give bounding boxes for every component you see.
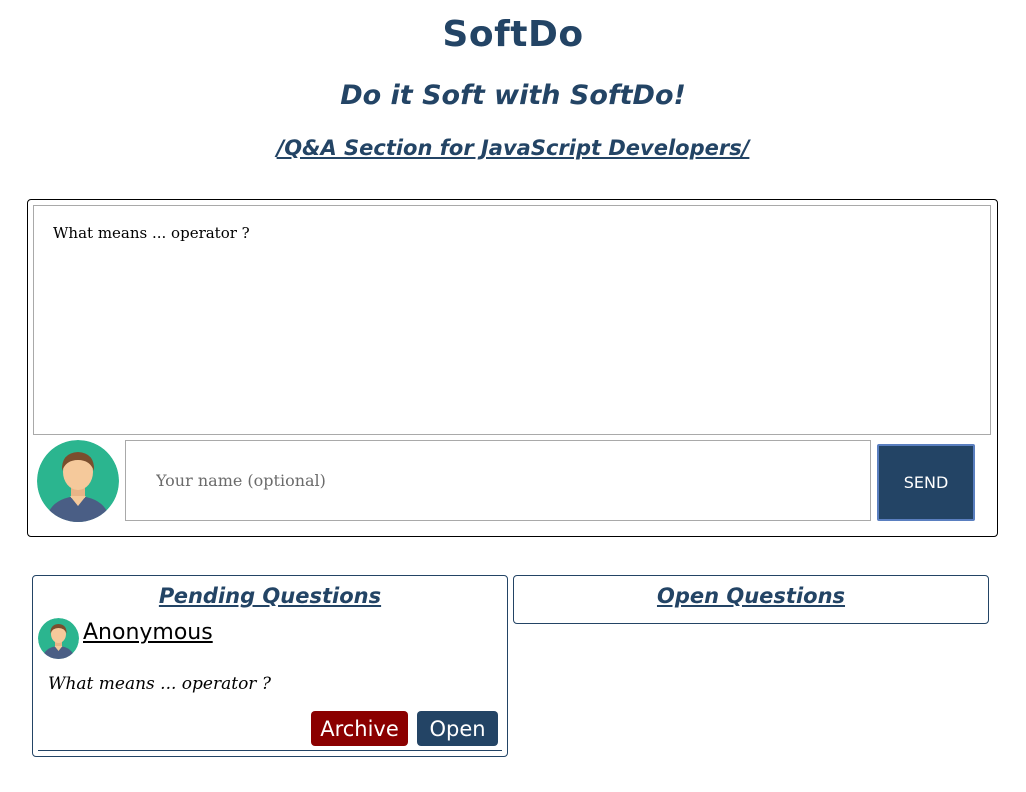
open-questions-title[interactable]: Open Questions: [514, 584, 988, 608]
author-avatar-icon: [38, 618, 79, 659]
pending-questions-title[interactable]: Pending Questions: [33, 584, 507, 608]
question-text: What means ... operator ?: [48, 674, 271, 694]
open-question-button[interactable]: Open: [417, 711, 498, 746]
question-textarea[interactable]: What means ... operator ?: [33, 205, 991, 435]
question-composer: What means ... operator ? SEND: [27, 199, 998, 537]
pending-questions-panel: Pending Questions Anonymous What means .…: [32, 575, 508, 757]
tagline: Do it Soft with SoftDo!: [340, 80, 686, 111]
name-input[interactable]: [125, 440, 871, 521]
question-divider: [38, 750, 502, 751]
open-questions-panel: Open Questions: [513, 575, 989, 624]
question-author[interactable]: Anonymous: [83, 620, 213, 645]
section-link[interactable]: /Q&A Section for JavaScript Developers/: [0, 136, 1026, 160]
user-avatar-icon: [37, 440, 119, 522]
brand-title: SoftDo: [442, 14, 584, 55]
send-button[interactable]: SEND: [877, 444, 975, 521]
archive-button[interactable]: Archive: [311, 711, 408, 746]
